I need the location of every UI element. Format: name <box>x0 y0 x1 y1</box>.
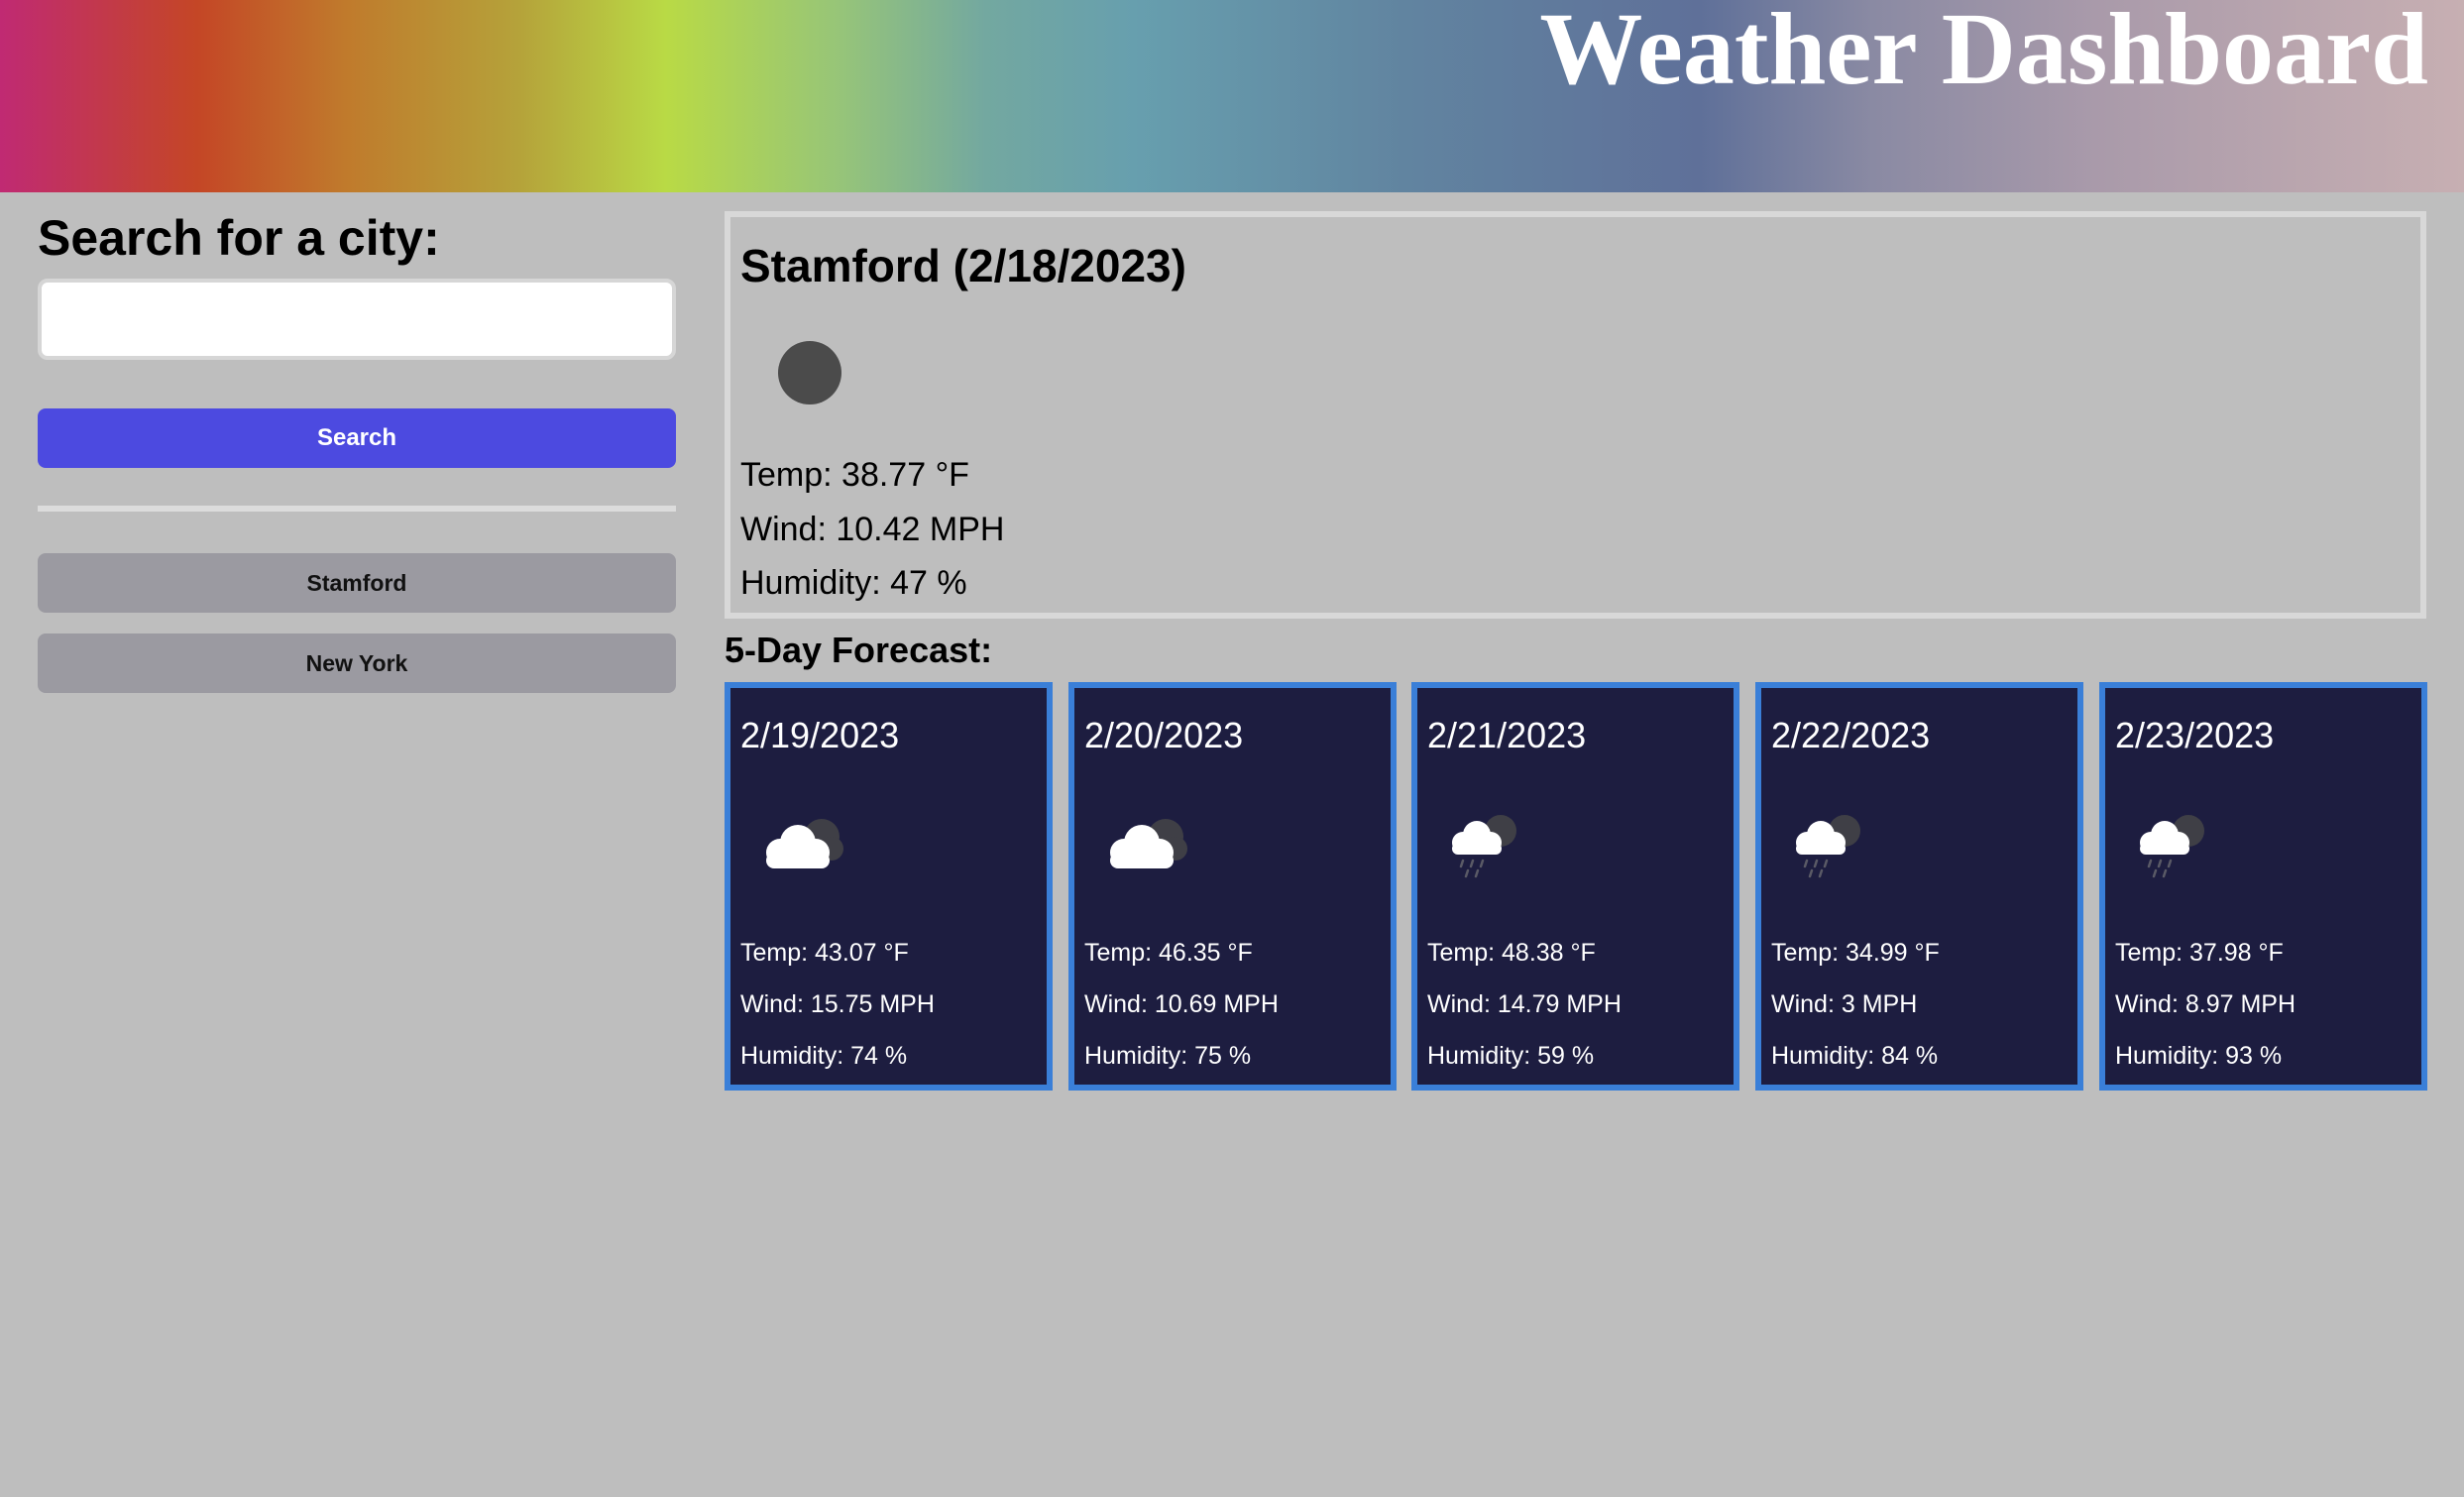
page-title: Weather Dashboard <box>1539 0 2428 106</box>
forecast-cards: 2/19/2023 Temp: 43.07 °F Wind: 15.75 MPH… <box>725 682 2427 1091</box>
forecast-date: 2/22/2023 <box>1771 715 1931 755</box>
history-button-stamford[interactable]: Stamford <box>38 553 676 613</box>
current-temp: Temp: 38.77 °F <box>740 456 969 494</box>
forecast-humidity: Humidity: 75 % <box>1084 1042 1252 1070</box>
forecast-card: 2/21/2023 Temp: 48.38 °F Wind: 14.79 MPH… <box>1411 682 1739 1091</box>
forecast-humidity: Humidity: 74 % <box>740 1042 908 1070</box>
forecast-temp: Temp: 37.98 °F <box>2115 939 2284 967</box>
forecast-card: 2/22/2023 Temp: 34.99 °F Wind: 3 MPH Hum… <box>1755 682 2083 1091</box>
history-button-new-york[interactable]: New York <box>38 633 676 693</box>
forecast-temp: Temp: 48.38 °F <box>1427 939 1596 967</box>
forecast-wind: Wind: 3 MPH <box>1771 990 1918 1018</box>
current-humidity: Humidity: 47 % <box>740 564 967 602</box>
forecast-humidity: Humidity: 84 % <box>1771 1042 1939 1070</box>
city-search-input[interactable] <box>38 279 676 360</box>
cloudy-night-icon <box>1102 801 1201 880</box>
dark-circle-icon <box>778 341 841 404</box>
forecast-date: 2/20/2023 <box>1084 715 1244 755</box>
current-wind: Wind: 10.42 MPH <box>740 511 1005 548</box>
forecast-title: 5-Day Forecast: <box>725 630 993 670</box>
forecast-card: 2/20/2023 Temp: 46.35 °F Wind: 10.69 MPH… <box>1068 682 1397 1091</box>
forecast-date: 2/21/2023 <box>1427 715 1587 755</box>
search-heading: Search for a city: <box>38 210 440 266</box>
forecast-date: 2/23/2023 <box>2115 715 2275 755</box>
forecast-temp: Temp: 43.07 °F <box>740 939 909 967</box>
sidebar-divider <box>38 506 676 512</box>
forecast-humidity: Humidity: 59 % <box>1427 1042 1595 1070</box>
forecast-wind: Wind: 14.79 MPH <box>1427 990 1622 1018</box>
rain-night-icon <box>1789 801 1888 880</box>
rain-night-icon <box>2133 801 2232 880</box>
forecast-wind: Wind: 10.69 MPH <box>1084 990 1279 1018</box>
forecast-date: 2/19/2023 <box>740 715 900 755</box>
current-city-title: Stamford (2/18/2023) <box>740 240 1186 291</box>
forecast-card: 2/23/2023 Temp: 37.98 °F Wind: 8.97 MPH … <box>2099 682 2427 1091</box>
forecast-card: 2/19/2023 Temp: 43.07 °F Wind: 15.75 MPH… <box>725 682 1053 1091</box>
current-weather-panel: Stamford (2/18/2023) Temp: 38.77 °F Wind… <box>725 211 2426 619</box>
forecast-humidity: Humidity: 93 % <box>2115 1042 2283 1070</box>
forecast-wind: Wind: 15.75 MPH <box>740 990 935 1018</box>
rain-night-icon <box>1445 801 1544 880</box>
cloudy-night-icon <box>758 801 857 880</box>
forecast-wind: Wind: 8.97 MPH <box>2115 990 2296 1018</box>
forecast-temp: Temp: 46.35 °F <box>1084 939 1253 967</box>
header-banner: Weather Dashboard <box>0 0 2464 192</box>
forecast-temp: Temp: 34.99 °F <box>1771 939 1940 967</box>
search-button[interactable]: Search <box>38 408 676 468</box>
